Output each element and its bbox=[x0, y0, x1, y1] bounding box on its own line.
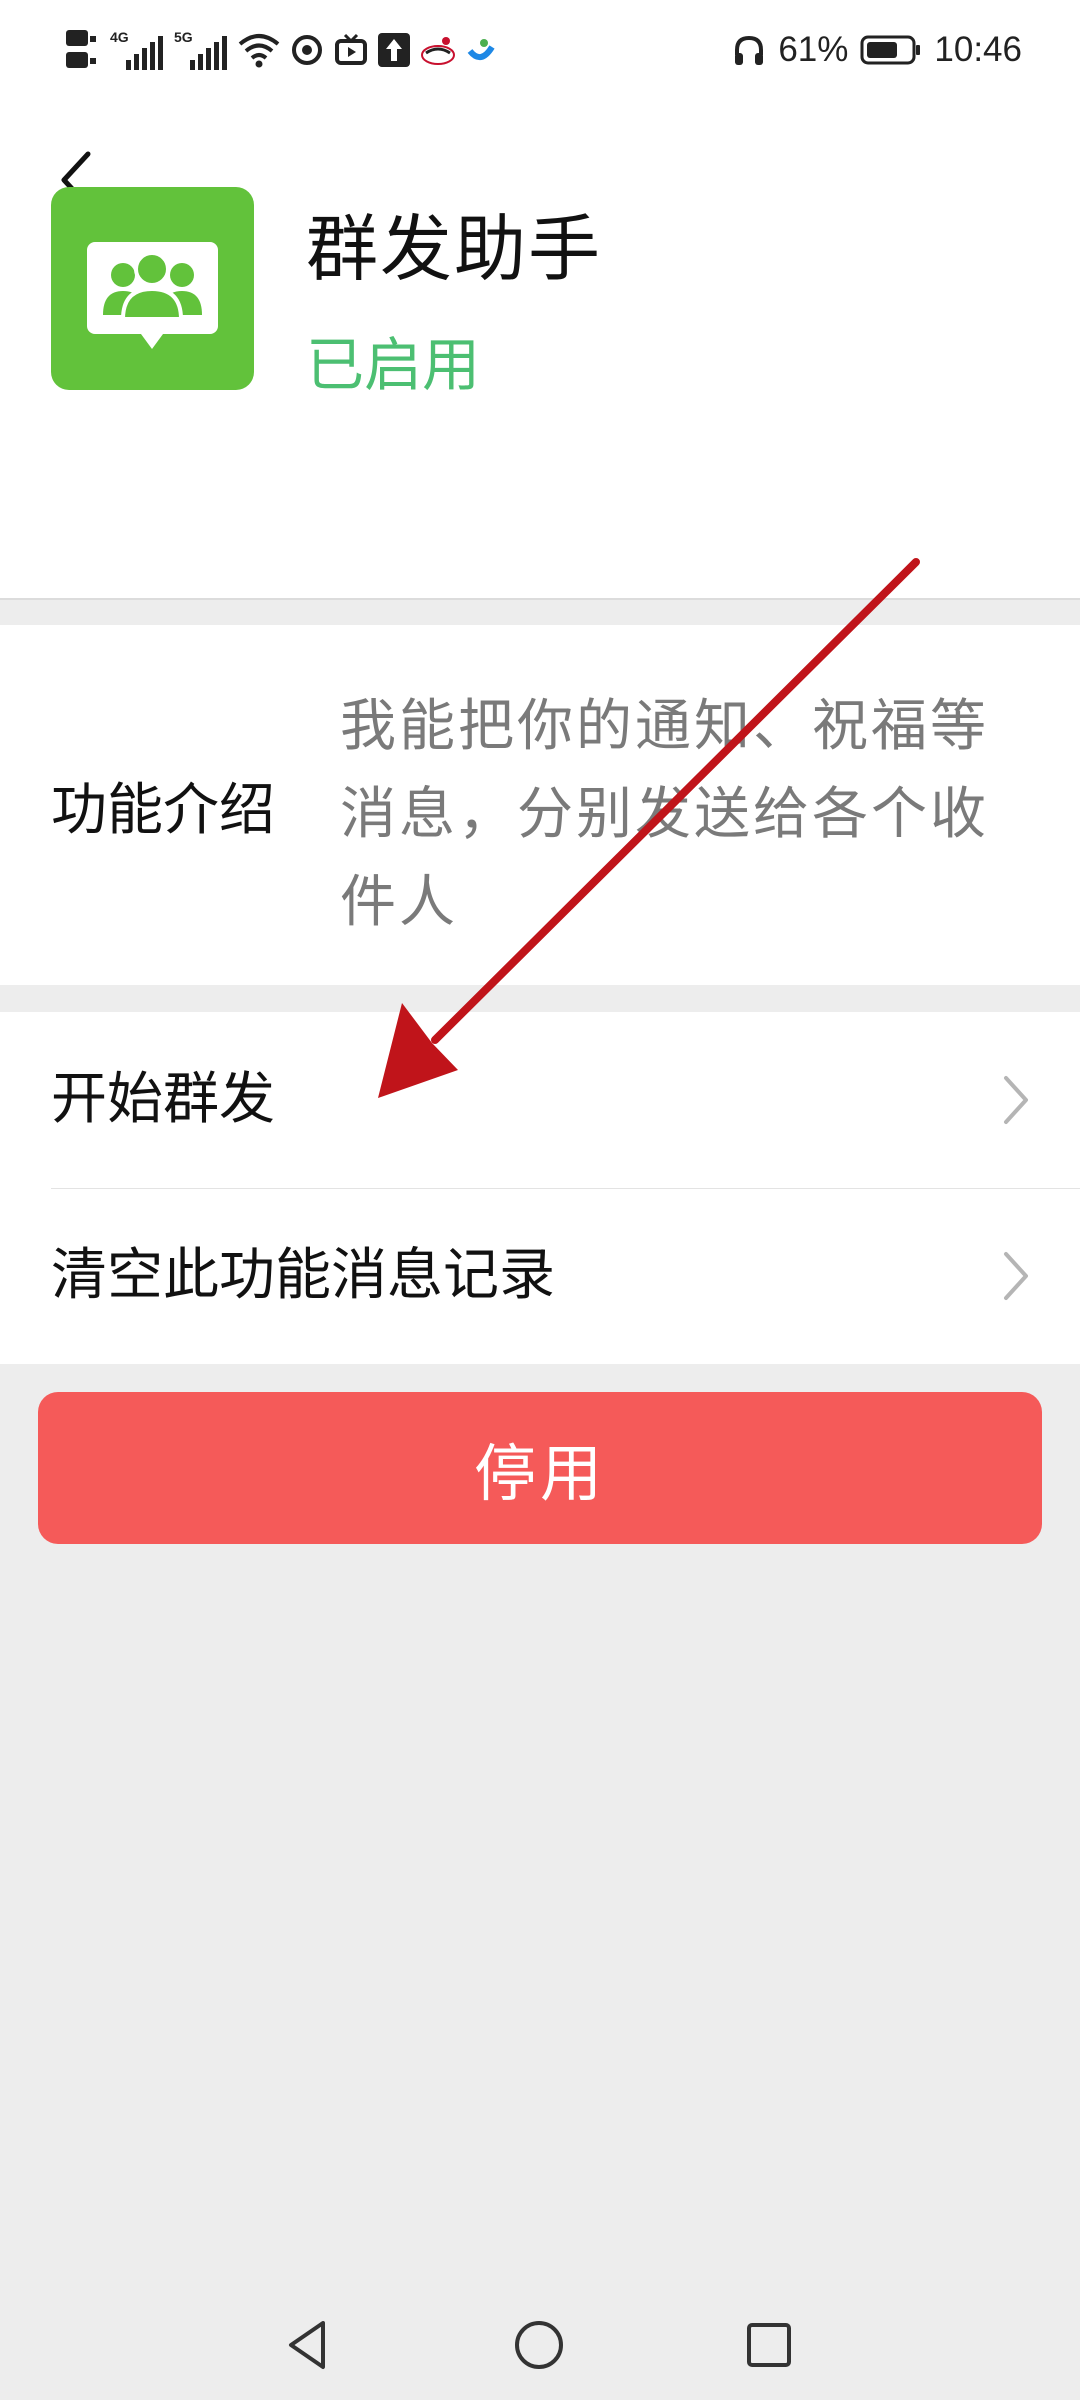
status-right: 61% 10:46 bbox=[732, 22, 1022, 78]
menu-item-label: 开始群发 bbox=[51, 1067, 275, 1132]
clock: 10:46 bbox=[934, 30, 1022, 69]
start-group-send-item[interactable]: 开始群发 bbox=[0, 1012, 1080, 1188]
headphone-icon bbox=[732, 33, 766, 67]
sina-icon bbox=[420, 33, 456, 67]
intro-label: 功能介绍 bbox=[51, 778, 275, 843]
nav-back-button[interactable] bbox=[264, 2300, 354, 2390]
nav-home-button[interactable] bbox=[494, 2300, 584, 2390]
chevron-right-icon bbox=[1004, 1252, 1028, 1300]
upload-icon bbox=[378, 33, 410, 67]
app-notification-icon bbox=[466, 35, 496, 65]
system-nav-bar bbox=[0, 2280, 1080, 2400]
triangle-back-icon bbox=[289, 2321, 325, 2369]
menu-item-label: 清空此功能消息记录 bbox=[51, 1243, 555, 1308]
group-send-app-icon bbox=[51, 187, 254, 390]
battery-icon bbox=[860, 34, 922, 66]
weibo-icon bbox=[290, 33, 324, 67]
intro-text: 我能把你的通知、祝福等消息，分别发送给各个收件人 bbox=[340, 694, 989, 935]
signal-4g-icon: 4G bbox=[110, 28, 164, 72]
chevron-right-icon bbox=[1004, 1076, 1028, 1124]
indicator-5g: 5G bbox=[174, 29, 193, 45]
battery-percent: 61% bbox=[778, 30, 849, 69]
clear-records-item[interactable]: 清空此功能消息记录 bbox=[0, 1188, 1080, 1364]
nav-recents-button[interactable] bbox=[724, 2300, 814, 2390]
group-users-icon bbox=[87, 242, 218, 349]
wifi-icon bbox=[238, 30, 280, 70]
app-name: 群发助手 bbox=[306, 207, 603, 291]
circle-home-icon bbox=[515, 2321, 563, 2369]
status-left: 4G 5G bbox=[66, 22, 496, 78]
hd-icon bbox=[66, 28, 100, 72]
square-recents-icon bbox=[747, 2323, 791, 2367]
video-icon bbox=[334, 33, 368, 67]
menu-list: 开始群发 清空此功能消息记录 bbox=[0, 1012, 1080, 1364]
status-bar: 4G 5G 61% 10:46 bbox=[0, 0, 1080, 100]
indicator-4g: 4G bbox=[110, 29, 129, 45]
signal-5g-icon: 5G bbox=[174, 28, 228, 72]
feature-intro-section: 功能介绍 我能把你的通知、祝福等消息，分别发送给各个收件人 bbox=[0, 625, 1080, 985]
app-status: 已启用 bbox=[306, 331, 481, 399]
disable-button[interactable]: 停用 bbox=[38, 1392, 1042, 1544]
